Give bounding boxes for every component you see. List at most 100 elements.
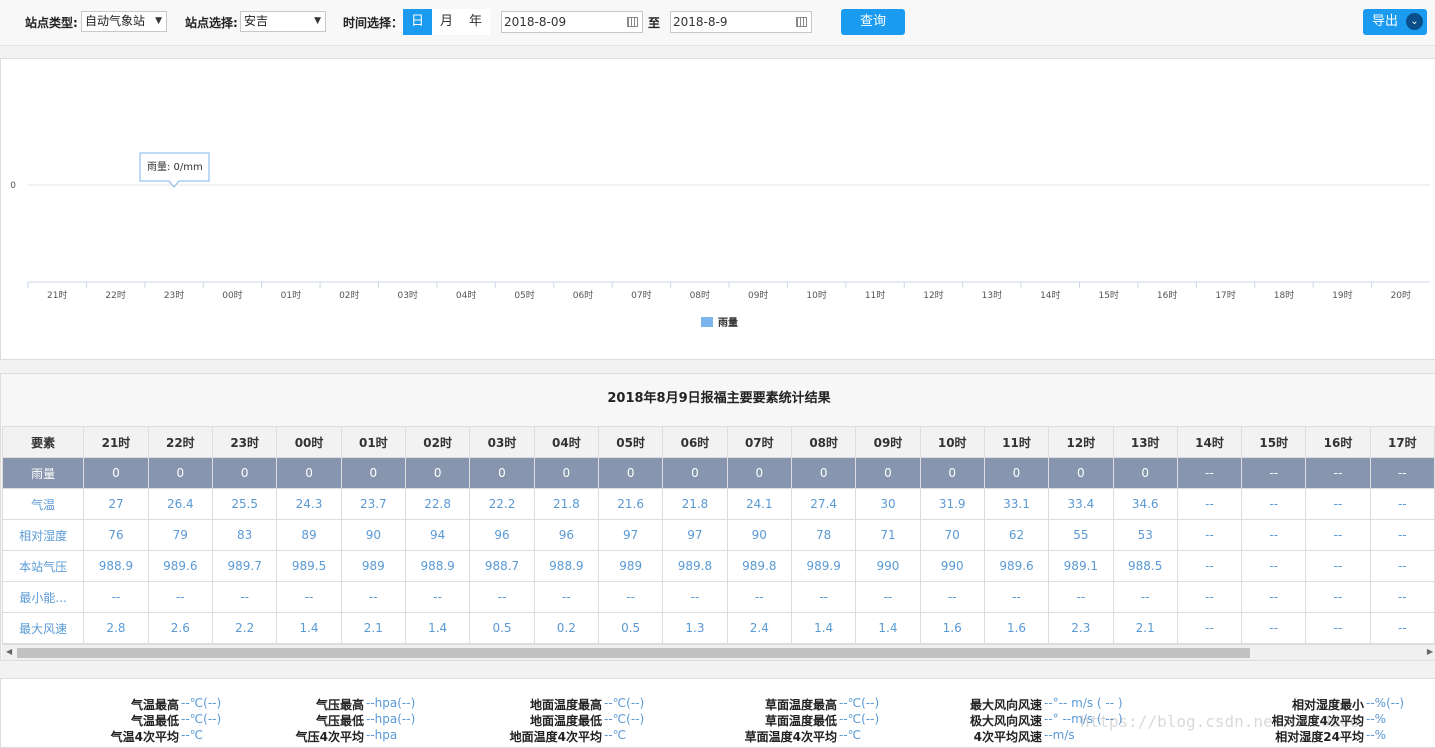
tab-day[interactable]: 日 xyxy=(403,9,432,35)
x-tick-label: 18时 xyxy=(1274,289,1294,301)
table-cell: -- xyxy=(1176,457,1243,489)
table-cell: 0 xyxy=(983,457,1050,489)
summary-stat-label: 相对湿度24平均 xyxy=(1275,730,1364,744)
scroll-left-icon[interactable]: ◀ xyxy=(6,647,12,656)
table-cell: -- xyxy=(147,581,214,613)
table-cell: -- xyxy=(1241,519,1307,551)
table-cell: 21.6 xyxy=(598,488,664,520)
table-cell: 1.4 xyxy=(790,612,857,644)
table-cell: -- xyxy=(211,581,278,613)
table-cell: 83 xyxy=(211,519,278,551)
chevron-down-icon: ⌄ xyxy=(1406,13,1423,30)
table-cell: -- xyxy=(340,581,406,613)
table-cell: 989.6 xyxy=(147,550,214,582)
column-header: 01时 xyxy=(340,426,406,458)
summary-stat-value: --℃(--) xyxy=(839,696,880,710)
table-cell: 21.8 xyxy=(533,488,600,520)
x-tick-label: 08时 xyxy=(690,289,710,301)
scrollbar-thumb[interactable] xyxy=(17,648,1250,658)
table-cell: 23.7 xyxy=(340,488,406,520)
summary-stat-label: 草面温度4次平均 xyxy=(744,730,837,744)
table-row[interactable]: 相对湿度 76 79 83 89 90 94 96 96 97 97 90 78 71 70 62 55 53 --… xyxy=(1,519,1435,551)
scroll-right-icon[interactable]: ▶ xyxy=(1427,647,1433,656)
calendar-icon[interactable] xyxy=(627,17,638,27)
summary-stat-value: --hpa(--) xyxy=(366,712,416,726)
table-cell: 53 xyxy=(1112,519,1178,551)
table-cell: 34.6 xyxy=(1112,488,1178,520)
table-cell: 78 xyxy=(790,519,857,551)
row-label: 雨量 xyxy=(1,457,85,489)
table-cell: 2.6 xyxy=(147,612,214,644)
summary-stat: 地面温度4次平均 xyxy=(510,728,602,745)
x-tick-label: 23时 xyxy=(164,289,184,301)
table-cell: 0 xyxy=(790,457,857,489)
tab-year[interactable]: 年 xyxy=(461,9,490,35)
column-header: 07时 xyxy=(726,426,792,458)
summary-stat-label: 极大风向风速 xyxy=(969,714,1042,728)
table-cell: 0 xyxy=(404,457,471,489)
summary-stat-value: --%(--) xyxy=(1366,696,1405,710)
table-cell: -- xyxy=(83,581,149,613)
station-label: 站点选择: xyxy=(185,16,238,30)
table-cell: 96 xyxy=(469,519,535,551)
summary-stat-label: 草面温度最高 xyxy=(764,698,837,712)
column-header: 05时 xyxy=(598,426,664,458)
x-tick-label: 16时 xyxy=(1157,289,1177,301)
tab-month[interactable]: 月 xyxy=(432,9,461,35)
summary-stat-value-wrap: --℃(--) xyxy=(604,696,644,710)
summary-stat-label: 气温最低 xyxy=(130,714,179,728)
x-tick-label: 15时 xyxy=(1098,289,1118,301)
x-tick-label: 04时 xyxy=(456,289,476,301)
table-row[interactable]: 最大风速 2.8 2.6 2.2 1.4 2.1 1.4 0.5 0.2 0.5 1.3 2.4 1.4… xyxy=(1,612,1435,644)
table-cell: -- xyxy=(662,581,728,613)
summary-stat: 草面温度最高 xyxy=(765,696,837,713)
horizontal-scrollbar[interactable]: ◀ ▶ xyxy=(2,644,1435,660)
table-cell: 0 xyxy=(919,457,985,489)
summary-stat-value: --℃(--) xyxy=(839,712,880,726)
date-to-input[interactable]: 2018-8-9 xyxy=(670,11,812,33)
table-cell: 989.5 xyxy=(276,550,342,582)
summary-stat-value: --m/s xyxy=(1044,728,1075,742)
summary-stat: 草面温度4次平均 xyxy=(745,728,837,745)
x-tick-label: 00时 xyxy=(222,289,242,301)
summary-stat: 极大风向风速 xyxy=(970,712,1042,729)
query-button[interactable]: 查询 xyxy=(841,9,905,35)
date-from-input[interactable]: 2018-8-09 xyxy=(501,11,643,33)
summary-stat-label: 气压最低 xyxy=(315,714,364,728)
summary-stat: 4次平均风速 xyxy=(974,728,1042,745)
x-tick-label: 21时 xyxy=(47,289,67,301)
table-cell: 71 xyxy=(855,519,921,551)
table-cell: -- xyxy=(1176,612,1243,644)
table-row[interactable]: 本站气压 988.9 989.6 989.7 989.5 989 988.9 988.7 988… xyxy=(1,550,1435,582)
station-value: 安吉 xyxy=(244,14,269,28)
summary-stat-label: 气温4次平均 xyxy=(110,730,179,744)
table-cell: 0 xyxy=(726,457,792,489)
table-cell: 90 xyxy=(726,519,792,551)
summary-stat-value-wrap: --% xyxy=(1366,728,1386,742)
chart-legend[interactable]: 雨量 xyxy=(701,316,738,329)
x-tick-label: 11时 xyxy=(865,289,885,301)
table-cell: 2.1 xyxy=(1112,612,1178,644)
table-cell: 30 xyxy=(855,488,921,520)
table-cell: 988.9 xyxy=(533,550,600,582)
table-cell: -- xyxy=(533,581,600,613)
table-cell: -- xyxy=(1176,581,1243,613)
row-label: 最大风速 xyxy=(1,612,85,644)
summary-stat-label: 地面温度最高 xyxy=(529,698,602,712)
date-from-value: 2018-8-09 xyxy=(504,15,567,29)
station-type-select[interactable]: 自动气象站 ▼ xyxy=(81,11,167,32)
station-select[interactable]: 安吉 ▼ xyxy=(240,11,326,32)
table-cell: -- xyxy=(1176,519,1243,551)
summary-stat-value: --hpa xyxy=(366,728,398,742)
table-row[interactable]: 气温 27 26.4 25.5 24.3 23.7 22.8 22.2 21.8 21.6 21.8… xyxy=(1,488,1435,520)
summary-stat: 气温4次平均 xyxy=(111,728,179,745)
calendar-icon[interactable] xyxy=(796,17,807,27)
table-row[interactable]: 最小能... -- -- -- -- -- -- -- -- -- -- -- -- -- -- -- -- --… xyxy=(1,581,1435,613)
table-row[interactable]: 雨量 0 0 0 0 0 0 0 0 0 0 0 0 0 0 0 0 0 -- -- -- -- xyxy=(1,457,1435,489)
column-header: 09时 xyxy=(855,426,921,458)
export-button[interactable]: 导出 ⌄ xyxy=(1363,9,1427,35)
summary-stat-value: --℃(--) xyxy=(181,696,222,710)
x-tick-label: 19时 xyxy=(1332,289,1352,301)
row-label: 气温 xyxy=(1,488,85,520)
element-stats-table: 要素 21时 22时 23时 00时 01时 02时 03时 04时 05时 06时 07时 08时 09… xyxy=(1,426,1435,644)
